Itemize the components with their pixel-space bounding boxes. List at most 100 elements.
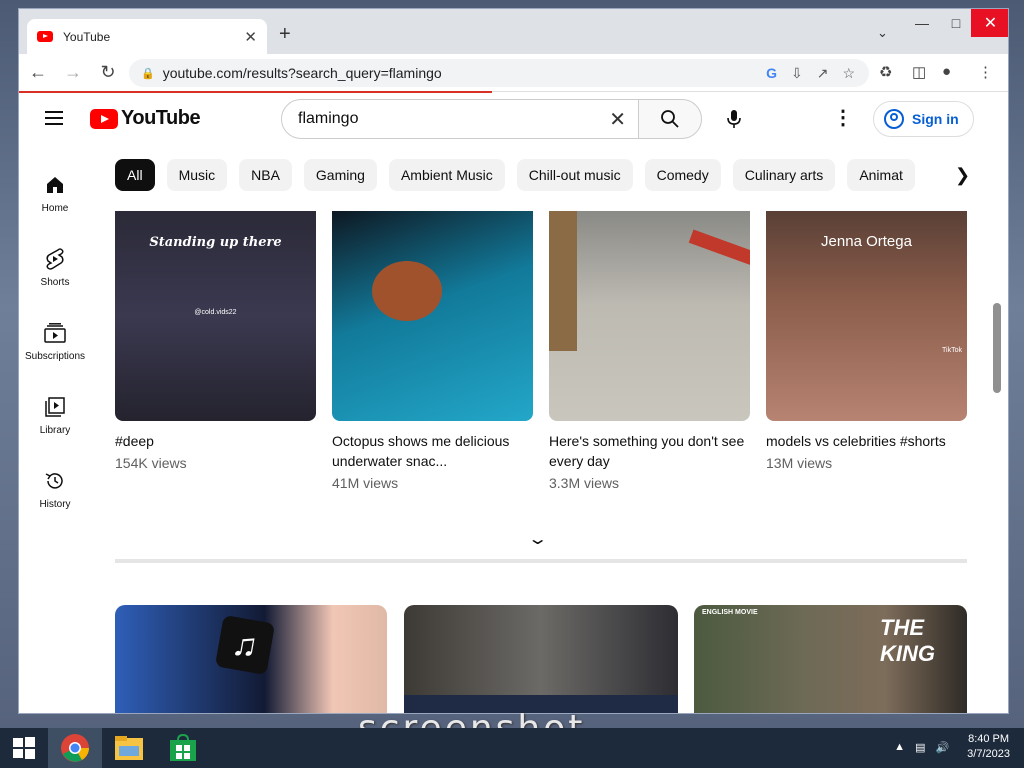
new-tab-button[interactable]: + — [279, 23, 291, 46]
short-card[interactable]: Octopus shows me delicious underwater sn… — [332, 211, 533, 491]
sign-in-button[interactable]: Sign in — [873, 101, 974, 137]
short-title[interactable]: models vs celebrities #shorts — [766, 431, 967, 451]
chip-music[interactable]: Music — [166, 159, 228, 191]
guide-item-history[interactable]: History — [19, 459, 91, 533]
forward-button[interactable]: → — [57, 57, 89, 89]
clock-time: 8:40 PM — [968, 733, 1010, 745]
scrollbar-thumb[interactable] — [993, 303, 1001, 393]
url-text: youtube.com/results?search_query=flaming… — [162, 65, 442, 81]
short-card[interactable]: Jenna Ortega TikTok models vs celebritie… — [766, 211, 967, 471]
video-thumbnail[interactable]: ENGLISH MOVIE THE KING — [694, 605, 967, 713]
network-icon[interactable]: ▤ — [915, 741, 925, 754]
short-thumbnail[interactable]: Jenna Ortega TikTok — [766, 211, 967, 421]
install-icon[interactable]: ⇩ — [791, 65, 803, 82]
taskbar-explorer-button[interactable] — [102, 728, 156, 768]
chip-comedy[interactable]: Comedy — [644, 159, 721, 191]
sign-in-label: Sign in — [912, 111, 959, 127]
start-button[interactable] — [0, 728, 48, 768]
history-icon — [43, 469, 67, 493]
short-thumbnail[interactable] — [332, 211, 533, 421]
youtube-favicon-icon — [37, 31, 53, 42]
close-tab-button[interactable]: ✕ — [244, 28, 257, 46]
chip-chill-out-music[interactable]: Chill-out music — [516, 159, 633, 191]
guide-menu-icon[interactable] — [45, 111, 63, 125]
tab-title: YouTube — [63, 29, 111, 44]
lock-icon: 🔒 — [141, 67, 155, 80]
volume-icon[interactable]: 🔊 — [935, 741, 949, 754]
google-translate-icon[interactable]: G — [766, 65, 777, 81]
chrome-icon — [61, 734, 89, 762]
short-title[interactable]: #deep — [115, 431, 316, 451]
short-thumbnail[interactable] — [549, 211, 750, 421]
tab-youtube[interactable]: YouTube ✕ — [27, 19, 267, 54]
thumbnail-caption: Jenna Ortega — [821, 233, 912, 250]
short-views: 3.3M views — [549, 475, 620, 491]
chip-animation[interactable]: Animat — [847, 159, 915, 191]
guide-label: History — [39, 499, 71, 510]
search-button[interactable] — [638, 99, 702, 139]
youtube-play-icon — [90, 108, 118, 129]
clock[interactable]: 8:40 PM 3/7/2023 — [967, 732, 1010, 762]
search-icon — [661, 110, 679, 128]
youtube-header: YouTube flamingo ✕ ⋮ Sign in — [19, 93, 1008, 145]
close-window-button[interactable]: ✕ — [971, 9, 1008, 37]
chevron-right-icon[interactable]: ❯ — [955, 165, 970, 186]
microphone-icon — [727, 110, 741, 128]
chip-nba[interactable]: NBA — [239, 159, 292, 191]
video-thumbnail[interactable] — [404, 605, 678, 713]
browser-toolbar: ← → ↻ 🔒 youtube.com/results?search_query… — [19, 54, 1008, 92]
youtube-wordmark: YouTube — [121, 107, 201, 129]
profile-avatar-icon[interactable]: ● — [942, 63, 951, 80]
short-title[interactable]: Octopus shows me delicious underwater sn… — [332, 431, 533, 471]
account-circle-icon — [884, 109, 904, 129]
guide-label: Library — [39, 425, 71, 436]
short-views: 154K views — [115, 455, 187, 471]
crate-shape — [549, 211, 577, 351]
windows-logo-icon — [13, 737, 35, 759]
bookmark-star-icon[interactable]: ☆ — [842, 65, 855, 82]
show-more-chevron-icon[interactable]: ⌄ — [527, 529, 548, 549]
reload-button[interactable]: ↻ — [92, 57, 124, 89]
extensions-icon[interactable]: ♻ — [879, 63, 892, 81]
section-divider — [115, 559, 967, 563]
tiktok-badge: TikTok — [942, 347, 962, 354]
settings-more-icon[interactable]: ⋮ — [833, 105, 853, 130]
back-button[interactable]: ← — [22, 57, 54, 89]
short-views: 13M views — [766, 455, 833, 471]
chip-all[interactable]: All — [115, 159, 155, 191]
thumbnail-caption: Standing up there — [149, 235, 282, 250]
home-icon — [43, 173, 67, 197]
short-card[interactable]: Here's something you don't see every day… — [549, 211, 750, 491]
short-card[interactable]: Standing up there @cold.vids22 #deep 154… — [115, 211, 316, 471]
chip-gaming[interactable]: Gaming — [303, 159, 377, 191]
tray-chevron-up-icon[interactable]: ▲ — [894, 741, 905, 753]
tiktok-logo-icon: ♫ — [214, 614, 276, 676]
side-panel-icon[interactable]: ◫ — [912, 63, 926, 81]
chip-ambient-music[interactable]: Ambient Music — [388, 159, 505, 191]
search-query-text: flamingo — [298, 110, 359, 127]
taskbar-chrome-button[interactable] — [48, 728, 102, 768]
guide-label: Home — [41, 203, 69, 214]
video-thumbnail[interactable]: ♫ — [115, 605, 387, 713]
minimize-button[interactable]: — — [905, 9, 939, 37]
tab-search-chevron-icon[interactable]: ⌄ — [877, 25, 888, 41]
short-title[interactable]: Here's something you don't see every day — [549, 431, 750, 471]
voice-search-button[interactable] — [716, 101, 752, 137]
guide-item-library[interactable]: Library — [19, 385, 91, 459]
browser-menu-icon[interactable]: ⋮ — [978, 63, 993, 81]
short-thumbnail[interactable]: Standing up there @cold.vids22 — [115, 211, 316, 421]
clear-search-icon[interactable]: ✕ — [609, 107, 626, 132]
share-icon[interactable]: ↗ — [817, 65, 829, 82]
file-explorer-icon — [115, 736, 143, 760]
guide-item-home[interactable]: Home — [19, 163, 91, 237]
chip-culinary-arts[interactable]: Culinary arts — [732, 159, 836, 191]
guide-label: Shorts — [40, 277, 70, 288]
address-bar[interactable]: 🔒 youtube.com/results?search_query=flami… — [129, 59, 869, 87]
guide-item-subscriptions[interactable]: Subscriptions — [19, 311, 91, 385]
guide-item-shorts[interactable]: Shorts — [19, 237, 91, 311]
maximize-button[interactable]: □ — [939, 9, 973, 37]
youtube-logo[interactable]: YouTube — [90, 107, 201, 130]
search-input[interactable]: flamingo ✕ — [281, 99, 639, 139]
thumbnail-caption-small: ENGLISH MOVIE — [702, 609, 758, 616]
taskbar-store-button[interactable] — [156, 728, 210, 768]
